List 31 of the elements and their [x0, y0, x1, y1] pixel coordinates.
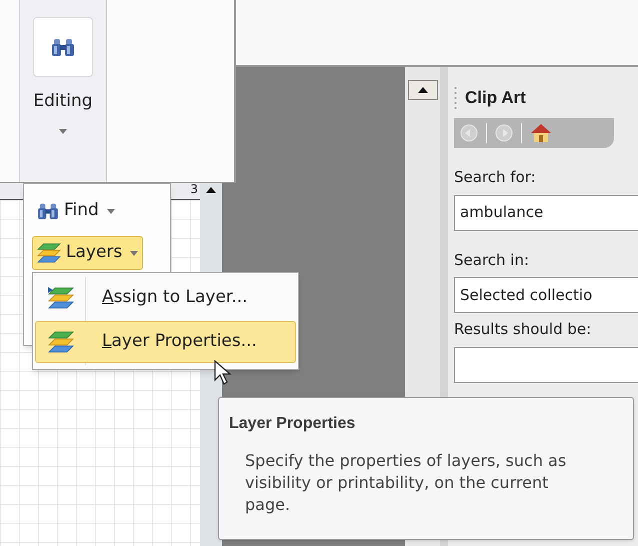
search-in-label: Search in:	[454, 250, 530, 270]
up-arrow-icon	[418, 87, 428, 93]
menu-item[interactable]: Assign to Layer...	[35, 277, 296, 319]
layers-icon	[48, 330, 74, 354]
results-field[interactable]	[454, 346, 638, 382]
back-icon	[460, 124, 478, 142]
binoculars-icon	[51, 37, 75, 57]
tooltip-description: Specify the properties of layers, such as visibility or printability, on the current page.	[245, 450, 568, 516]
search-field[interactable]: ambulance	[454, 194, 638, 230]
forward-icon	[495, 124, 513, 142]
search-in-field[interactable]: Selected collectio	[454, 277, 638, 313]
menu-button[interactable]: Layers	[32, 236, 144, 270]
search-for-label: Search for:	[454, 167, 537, 188]
grip-icon	[454, 87, 457, 109]
editing-button[interactable]	[33, 17, 93, 77]
caret-icon	[106, 208, 115, 214]
menu-item[interactable]: Layer Properties...	[35, 321, 296, 363]
scroll-up-button[interactable]	[408, 80, 438, 100]
layers-arrow-icon	[48, 286, 74, 310]
home-icon[interactable]	[530, 122, 552, 144]
tooltip-title: Layer Properties	[229, 414, 356, 434]
results-label: Results should be:	[454, 319, 592, 340]
ruler-label: 3	[190, 183, 198, 195]
up-arrow-icon	[206, 187, 216, 193]
layers-icon	[37, 242, 61, 264]
caret-icon	[130, 250, 138, 256]
pane-title: Clip Art	[465, 87, 526, 110]
group-label: Editing	[33, 90, 93, 113]
menu-button[interactable]: Find	[32, 194, 120, 228]
binoculars-icon	[37, 202, 59, 220]
caret-icon	[59, 128, 67, 134]
